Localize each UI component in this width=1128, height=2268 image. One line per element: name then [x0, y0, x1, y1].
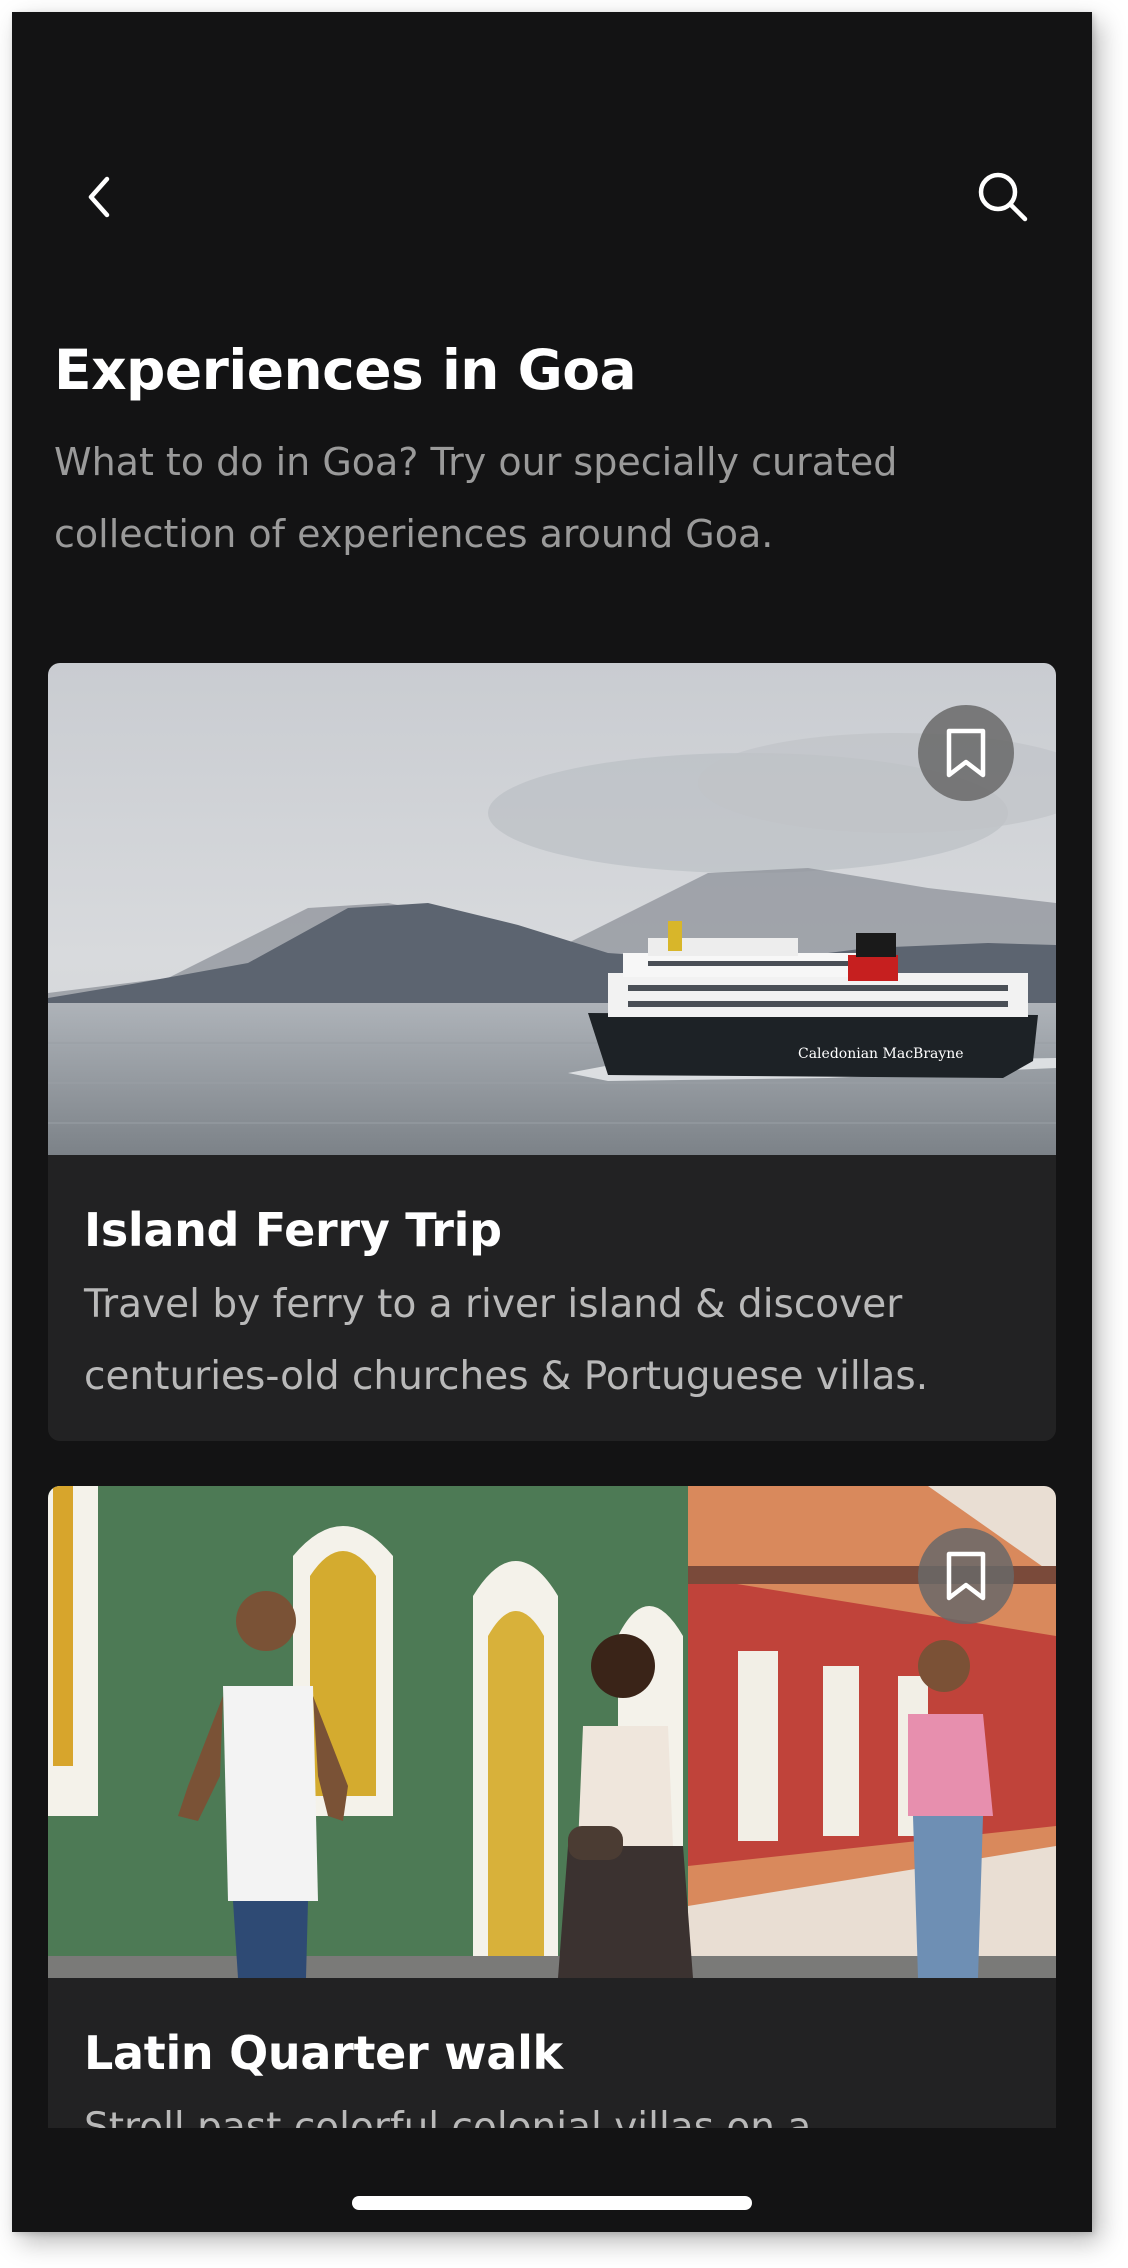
page-title: Experiences in Goa	[54, 338, 637, 402]
bookmark-icon	[946, 1551, 986, 1601]
ferry-photo: Caledonian MacBrayne	[48, 663, 1056, 1155]
bookmark-button[interactable]	[918, 705, 1014, 801]
experience-card[interactable]: Latin Quarter walk Stroll past colorful …	[48, 1486, 1056, 2128]
ship-hull-text: Caledonian MacBrayne	[798, 1046, 964, 1062]
experience-card[interactable]: Caledonian MacBrayne Island Ferry Trip T…	[48, 663, 1056, 1441]
search-button[interactable]	[958, 152, 1048, 242]
phone-screen: Experiences in Goa What to do in Goa? Tr…	[12, 12, 1092, 2232]
bookmark-button[interactable]	[918, 1528, 1014, 1624]
experience-description: Stroll past colorful colonial villas on …	[84, 2105, 812, 2128]
experience-title: Island Ferry Trip	[84, 1203, 502, 1257]
experience-description: Travel by ferry to a river island & disc…	[84, 1282, 929, 1399]
latin-quarter-photo	[48, 1486, 1056, 1978]
home-indicator[interactable]	[352, 2196, 752, 2210]
bookmark-icon	[946, 728, 986, 778]
experience-title: Latin Quarter walk	[84, 2026, 563, 2080]
back-button[interactable]	[56, 152, 146, 242]
search-icon	[978, 172, 1028, 222]
page-subtitle: What to do in Goa? Try our specially cur…	[54, 440, 898, 556]
chevron-left-icon	[88, 176, 110, 218]
top-bar	[12, 152, 1092, 242]
experience-list[interactable]: Caledonian MacBrayne Island Ferry Trip T…	[48, 663, 1056, 2128]
